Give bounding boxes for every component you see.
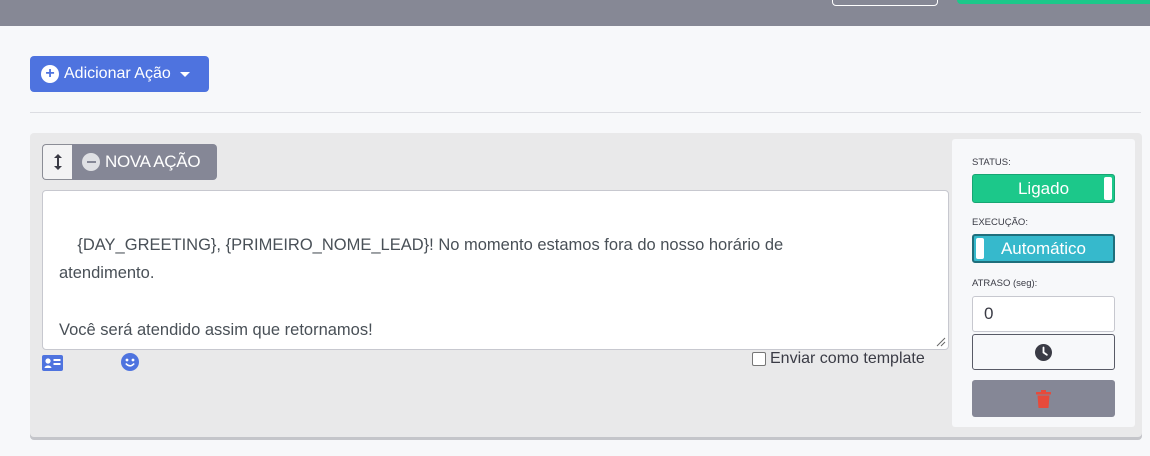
status-value: Ligado bbox=[1017, 178, 1070, 198]
delay-label: ATRASO (seg): bbox=[972, 278, 1038, 289]
execution-toggle-knob bbox=[976, 238, 984, 259]
arrows-vertical-icon bbox=[53, 154, 62, 170]
execution-label: EXECUÇÃO: bbox=[972, 217, 1028, 228]
schedule-button[interactable] bbox=[972, 334, 1115, 370]
plus-circle-icon: + bbox=[41, 65, 59, 83]
execution-toggle[interactable]: Automático bbox=[972, 234, 1115, 263]
drag-handle[interactable] bbox=[42, 144, 72, 180]
action-title: NOVA AÇÃO bbox=[105, 152, 201, 171]
trash-icon bbox=[1036, 389, 1051, 408]
section-divider bbox=[30, 112, 1141, 113]
add-action-button[interactable]: + Adicionar Ação bbox=[30, 56, 209, 92]
collapse-action-button[interactable]: NOVA AÇÃO bbox=[72, 144, 217, 180]
clock-icon bbox=[1035, 343, 1052, 361]
delay-input[interactable]: 0 bbox=[972, 296, 1115, 332]
smile-icon[interactable] bbox=[121, 353, 139, 371]
delay-value: 0 bbox=[984, 304, 994, 323]
add-action-label: Adicionar Ação bbox=[64, 65, 171, 82]
delete-action-button[interactable] bbox=[972, 380, 1115, 417]
send-as-template-option[interactable]: Enviar como template bbox=[752, 350, 925, 368]
execution-value: Automático bbox=[1000, 238, 1087, 258]
resize-grip-icon[interactable] bbox=[936, 337, 946, 347]
send-as-template-checkbox[interactable] bbox=[752, 352, 766, 366]
top-green-button[interactable] bbox=[957, 0, 1150, 4]
send-as-template-label: Enviar como template bbox=[770, 350, 925, 367]
status-label: STATUS: bbox=[972, 157, 1011, 168]
minus-circle-icon bbox=[82, 153, 100, 171]
caret-down-icon bbox=[179, 71, 190, 77]
top-bar bbox=[0, 0, 1150, 26]
message-textarea[interactable]: {DAY_GREETING}, {PRIMEIRO_NOME_LEAD}! No… bbox=[42, 190, 949, 350]
top-outline-button[interactable] bbox=[832, 0, 938, 6]
status-toggle[interactable]: Ligado bbox=[972, 174, 1115, 203]
action-settings-panel: STATUS: Ligado EXECUÇÃO: Automático ATRA… bbox=[952, 139, 1135, 427]
contact-card-icon[interactable] bbox=[42, 355, 63, 371]
message-text: {DAY_GREETING}, {PRIMEIRO_NOME_LEAD}! No… bbox=[59, 235, 784, 340]
status-toggle-knob bbox=[1104, 177, 1112, 200]
action-card: NOVA AÇÃO {DAY_GREETING}, {PRIMEIRO_NOME… bbox=[30, 133, 1142, 437]
